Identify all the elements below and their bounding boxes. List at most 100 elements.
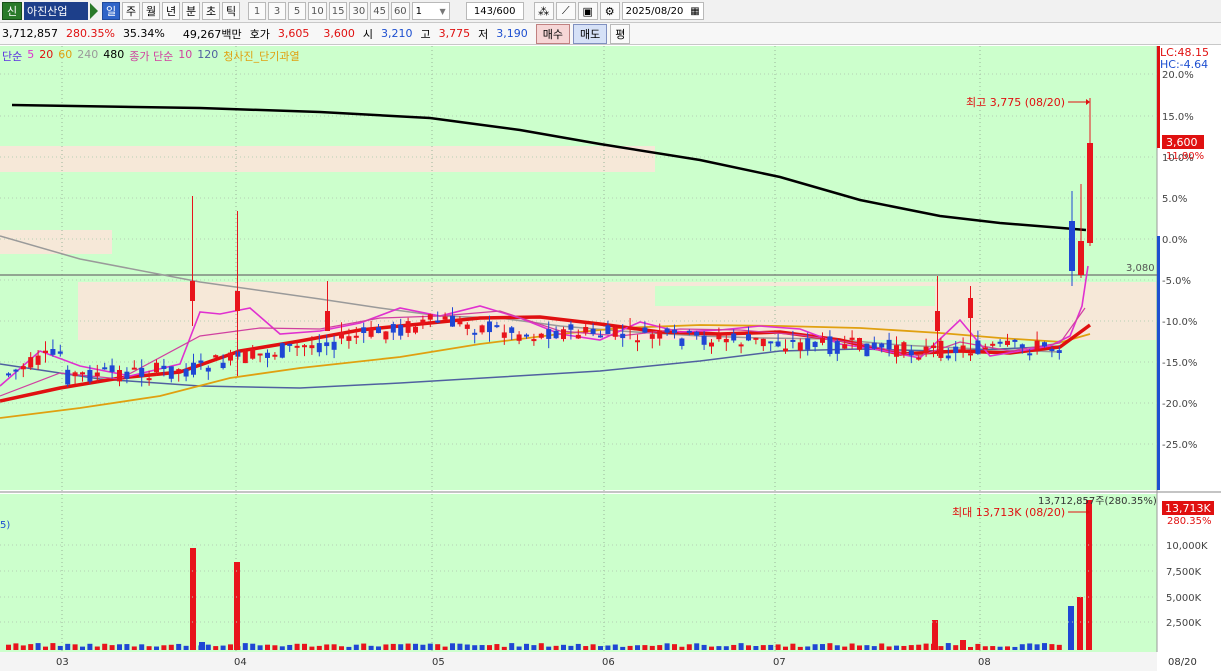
zone-gap (655, 286, 935, 306)
period-week[interactable]: 주 (122, 2, 140, 20)
candle-body (968, 298, 973, 318)
volume-bar (916, 644, 922, 650)
play-icon[interactable] (90, 3, 98, 19)
candle-body (701, 335, 707, 345)
period-year[interactable]: 년 (162, 2, 180, 20)
candle-body (627, 326, 633, 330)
volume-bar (205, 644, 211, 650)
candle-body (945, 355, 951, 359)
period-minute[interactable]: 분 (182, 2, 200, 20)
interval-30[interactable]: 30 (349, 2, 369, 20)
volume-bar (20, 645, 26, 650)
volume-bar (257, 645, 263, 650)
volume-bar (117, 644, 122, 650)
period-day[interactable]: 일 (102, 2, 120, 20)
candle-body (827, 336, 833, 354)
volume-bar (1005, 646, 1010, 650)
volume-top-label: 13,712,857주(280.35%) (1038, 496, 1157, 507)
candle-body (420, 319, 426, 324)
interval-15[interactable]: 15 (328, 2, 348, 20)
volume-bar (28, 644, 34, 650)
volume-bar (168, 644, 174, 650)
buy-button[interactable]: 매수 (535, 23, 570, 44)
price-axis-label: 20.0% (1162, 70, 1194, 81)
candle-body (871, 342, 877, 349)
volume-bar (43, 646, 48, 650)
price-axis-label: -20.0% (1162, 399, 1197, 410)
date-field[interactable]: 2025/08/20 ▦ (621, 2, 704, 20)
period-tick[interactable]: 틱 (222, 2, 240, 20)
candle-body (287, 343, 293, 346)
hc-label: HC:-4.64 (1160, 58, 1208, 71)
candle-body (982, 347, 988, 350)
interval-5[interactable]: 5 (288, 2, 306, 20)
draw-line-icon[interactable]: ⟋ (555, 2, 576, 20)
candle-body (442, 316, 448, 320)
candle-body (546, 329, 552, 339)
volume-bar (797, 646, 803, 650)
save-icon[interactable]: ▣ (577, 2, 598, 20)
volume-bar (272, 645, 278, 650)
volume-bar (435, 644, 441, 650)
interval-1[interactable]: 1 (248, 2, 266, 20)
volume-bar (701, 644, 707, 650)
interval-10[interactable]: 10 (308, 2, 327, 20)
candle-body (620, 333, 626, 339)
high-annotation: 최고 3,775 (08/20) (966, 96, 1065, 109)
candle-body (1087, 143, 1093, 243)
high-label: 고 (420, 27, 431, 41)
candle-body (87, 369, 93, 382)
candle-body (1034, 340, 1040, 350)
legend-ma10[interactable]: 10 (178, 48, 192, 64)
legend-ma60[interactable]: 60 (58, 48, 72, 64)
candle-body (272, 354, 278, 357)
x-axis-label: 04 (234, 657, 247, 668)
interval-3[interactable]: 3 (268, 2, 286, 20)
stock-chart[interactable]: 3,080 최고 3,775 (08/20) 최대 13,713K (08/20… (0, 46, 1221, 671)
candle-body (294, 345, 300, 348)
volume-bar (664, 643, 670, 650)
sell-button[interactable]: 매도 (573, 23, 608, 44)
volume-max-annotation: 최대 13,713K (08/20) (952, 506, 1065, 519)
interval-60[interactable]: 60 (390, 2, 410, 20)
volume-bar (464, 644, 470, 650)
candle-body (161, 365, 167, 370)
volume-bar (131, 646, 137, 650)
legend-ma120[interactable]: 120 (197, 48, 218, 64)
chart-tool-icon[interactable]: ⁂ (533, 2, 554, 20)
period-second[interactable]: 초 (202, 2, 220, 20)
volume-bar (220, 645, 226, 650)
legend-ma20[interactable]: 20 (39, 48, 53, 64)
candle-body (731, 333, 737, 341)
low-price: 3,190 (496, 27, 528, 40)
candle-body (738, 344, 744, 347)
range-bar-up (1157, 46, 1160, 148)
calendar-icon[interactable]: ▦ (690, 6, 699, 17)
volume-bar (94, 646, 100, 650)
data-count-field[interactable]: 143/600 (465, 2, 524, 20)
volume-bar (1077, 597, 1083, 650)
candle-body (324, 342, 330, 347)
candle-body (923, 346, 929, 354)
gear-icon[interactable]: ⚙ (599, 2, 620, 20)
legend-ma5[interactable]: 5 (27, 48, 34, 64)
legend-ma240[interactable]: 240 (77, 48, 98, 64)
candle-body (894, 345, 899, 357)
volume-bar (620, 646, 626, 650)
volume-bar (945, 643, 951, 650)
volume-bar (1056, 644, 1062, 650)
candle-body (220, 362, 226, 369)
candle-body (346, 336, 352, 341)
interval-combo[interactable]: 1 ▼ (411, 2, 450, 20)
volume-bar (353, 644, 359, 650)
x-axis-label: 07 (773, 657, 786, 668)
x-axis-label: 06 (602, 657, 615, 668)
stock-name-field[interactable]: 아진산업 (24, 2, 88, 20)
flat-button[interactable]: 평 (610, 23, 631, 44)
legend-blueprint[interactable]: 청사진_단기과열 (223, 48, 299, 64)
interval-45[interactable]: 45 (370, 2, 389, 20)
candle-body (575, 334, 581, 339)
volume-bar (738, 643, 744, 650)
period-month[interactable]: 월 (142, 2, 160, 20)
legend-ma480[interactable]: 480 (103, 48, 124, 64)
